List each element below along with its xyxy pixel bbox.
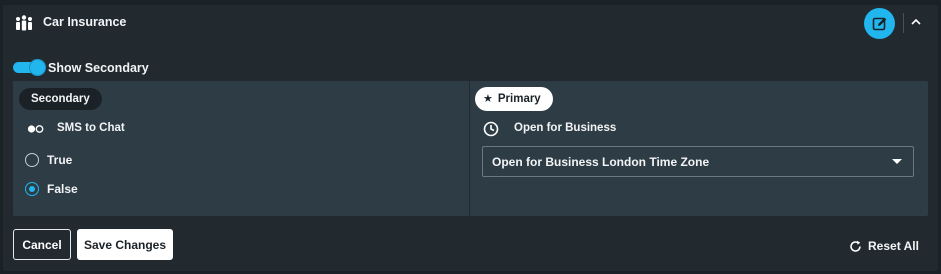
clock-icon — [483, 121, 499, 137]
radio-true-label: True — [47, 153, 73, 167]
edit-icon — [872, 17, 886, 30]
people-group-icon — [16, 15, 32, 31]
primary-pill: ★ Primary — [475, 87, 553, 111]
secondary-pill: Secondary — [19, 88, 102, 110]
toggle-label: Show Secondary — [48, 61, 149, 75]
star-icon: ★ — [483, 92, 493, 105]
select-value: Open for Business London Time Zone — [492, 155, 710, 169]
car-insurance-panel: Car Insurance Show Secondary Secondary S… — [3, 5, 938, 271]
header-divider — [903, 13, 904, 33]
edit-button[interactable] — [864, 8, 895, 39]
secondary-column: Secondary SMS to Chat True False — [13, 81, 469, 216]
open-for-business-label: Open for Business — [514, 122, 617, 134]
sms-to-chat-label: SMS to Chat — [57, 122, 125, 134]
chevron-up-icon[interactable] — [910, 17, 922, 27]
radio-false-input[interactable] — [25, 182, 39, 196]
page-title: Car Insurance — [43, 15, 127, 29]
primary-pill-label: Primary — [497, 93, 541, 105]
cancel-button[interactable]: Cancel — [13, 229, 71, 260]
time-zone-select[interactable]: Open for Business London Time Zone — [482, 146, 914, 177]
save-changes-button[interactable]: Save Changes — [77, 229, 173, 260]
radio-false-label: False — [47, 182, 78, 196]
reset-all-label: Reset All — [868, 239, 919, 253]
radio-true-input[interactable] — [25, 153, 39, 167]
caret-down-icon[interactable] — [892, 159, 902, 164]
refresh-icon — [850, 240, 861, 252]
reset-all-button[interactable]: Reset All — [849, 238, 919, 254]
toggle-icon — [27, 125, 44, 133]
toggle-knob[interactable] — [29, 59, 46, 76]
panel-header: Car Insurance — [3, 5, 938, 42]
primary-column: ★ Primary Open for Business Open for Bus… — [470, 81, 928, 216]
